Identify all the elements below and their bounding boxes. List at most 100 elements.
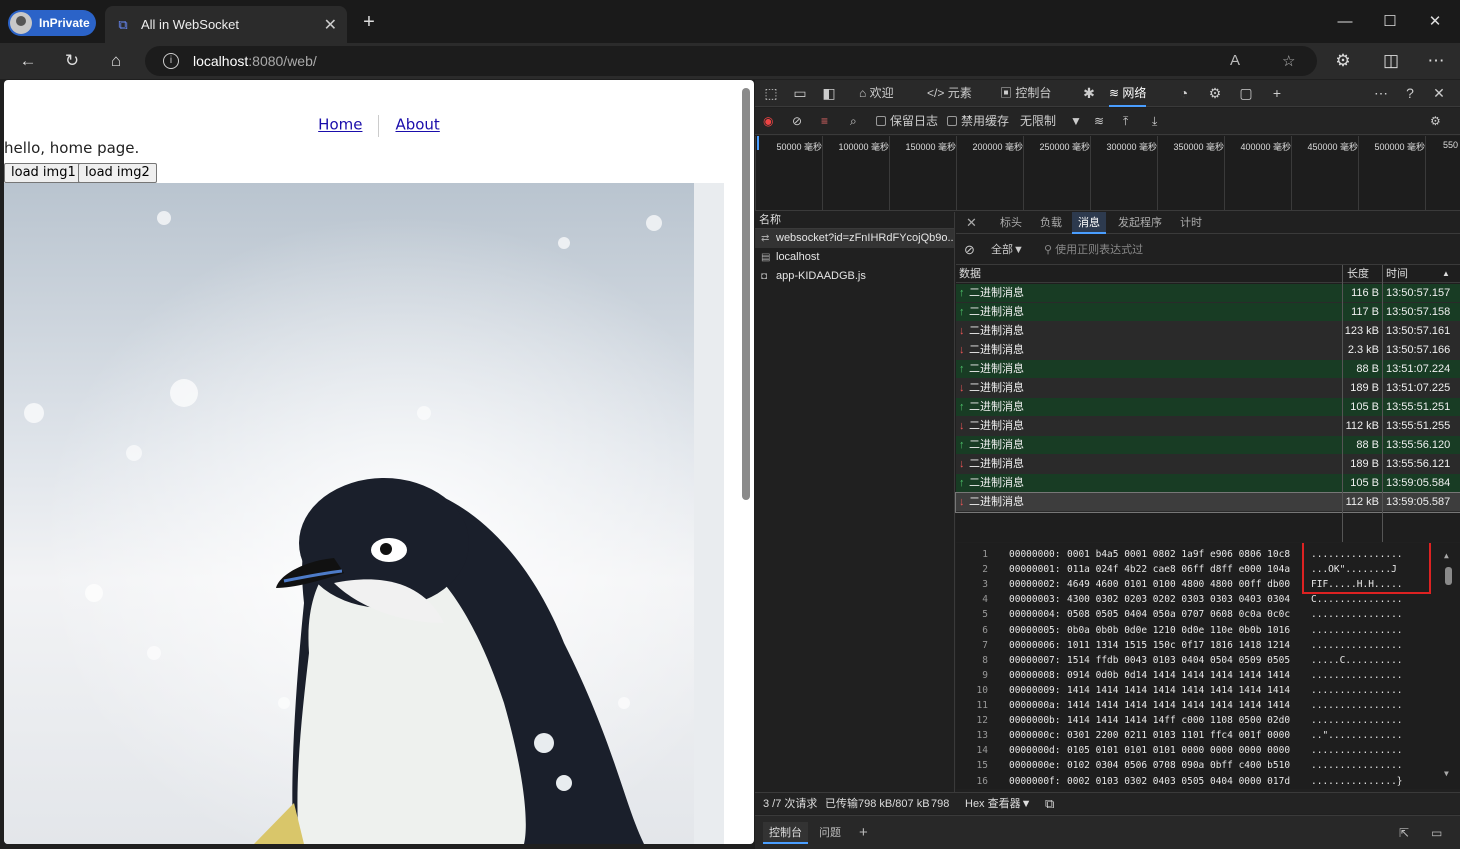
message-row[interactable]: ↓ 二进制消息 112 kB 13:55:51.255 bbox=[956, 417, 1460, 436]
network-settings-icon[interactable]: ⚙ bbox=[1430, 112, 1441, 130]
back-button[interactable]: ← bbox=[17, 50, 39, 72]
scroll-down-icon[interactable]: ▼ bbox=[1444, 769, 1449, 778]
browser-tab[interactable]: ⧉ All in WebSocket ✕ bbox=[105, 6, 347, 43]
message-row[interactable]: ↑ 二进制消息 88 B 13:51:07.224 bbox=[956, 360, 1460, 379]
load-img1-button[interactable]: load img1 bbox=[4, 163, 83, 183]
hex-viewer-select[interactable]: Hex 查看器▼ bbox=[965, 793, 1032, 812]
data-column-header[interactable]: 数据 bbox=[959, 265, 981, 284]
more-menu-icon[interactable]: ⋯ bbox=[1425, 50, 1447, 72]
throttle-select[interactable]: 无限制 bbox=[1020, 112, 1056, 130]
page-nav: Home About bbox=[4, 115, 754, 137]
tab-console[interactable]: ▣ 控制台 bbox=[1000, 80, 1051, 107]
about-link[interactable]: About bbox=[395, 116, 439, 134]
drawer-tab-issues[interactable]: 问题 bbox=[819, 822, 841, 844]
time-column-header[interactable]: 时间 bbox=[1386, 265, 1408, 284]
preserve-log-checkbox[interactable]: 保留日志 bbox=[876, 112, 938, 130]
search-icon[interactable]: ⌕ bbox=[850, 112, 857, 130]
hex-address: 00000000: bbox=[1009, 549, 1061, 560]
home-button[interactable]: ⌂ bbox=[105, 50, 127, 72]
throttle-dropdown-icon[interactable]: ▼ bbox=[1070, 112, 1082, 130]
filter-icon[interactable]: ≡ bbox=[821, 112, 828, 130]
disable-cache-checkbox[interactable]: 禁用缓存 bbox=[947, 112, 1009, 130]
scroll-up-icon[interactable]: ▲ bbox=[1444, 551, 1449, 560]
close-tab-icon[interactable]: ✕ bbox=[324, 15, 337, 35]
dock-icon[interactable]: ◧ bbox=[820, 84, 838, 102]
help-icon[interactable]: ? bbox=[1401, 84, 1419, 102]
request-row[interactable]: ▤ localhost bbox=[755, 248, 954, 267]
name-column-header[interactable]: 名称 bbox=[755, 211, 954, 229]
close-detail-icon[interactable]: ✕ bbox=[966, 212, 977, 234]
message-length: 88 B bbox=[1356, 439, 1379, 451]
dock-drawer-icon[interactable]: ⇱ bbox=[1399, 822, 1409, 844]
regex-filter-input[interactable]: ⚲ 使用正则表达式过 bbox=[1044, 241, 1143, 259]
message-row[interactable]: ↓ 二进制消息 123 kB 13:50:57.161 bbox=[956, 322, 1460, 341]
favorite-star-icon[interactable]: ☆ bbox=[1282, 52, 1295, 70]
clear-messages-icon[interactable]: ⊘ bbox=[964, 241, 975, 259]
tab-welcome[interactable]: ⌂ 欢迎 bbox=[859, 80, 894, 107]
new-tab-button[interactable]: + bbox=[358, 11, 380, 33]
tab-payload[interactable]: 负载 bbox=[1040, 212, 1062, 234]
network-conditions-icon[interactable]: ≋ bbox=[1094, 112, 1104, 130]
message-row[interactable]: ↑ 二进制消息 116 B 13:50:57.157 bbox=[956, 284, 1460, 303]
maximize-button[interactable]: ☐ bbox=[1380, 12, 1400, 32]
message-row[interactable]: ↑ 二进制消息 88 B 13:55:56.120 bbox=[956, 436, 1460, 455]
hex-scrollbar[interactable]: ▲ ▼ bbox=[1444, 551, 1452, 781]
debug-bug-icon[interactable]: ✱ bbox=[1080, 84, 1098, 102]
request-row[interactable]: ◘ app-KIDAADGB.js bbox=[755, 267, 954, 286]
more-options-icon[interactable]: ⋯ bbox=[1372, 84, 1390, 102]
site-info-icon[interactable]: i bbox=[163, 53, 179, 69]
request-row[interactable]: ⇄ websocket?id=zFnIHRdFYcojQb9o... bbox=[755, 229, 954, 248]
message-row[interactable]: ↑ 二进制消息 105 B 13:59:05.584 bbox=[956, 474, 1460, 493]
home-link[interactable]: Home bbox=[318, 116, 362, 134]
network-timeline[interactable]: 50000 毫秒 100000 毫秒 150000 毫秒 200000 毫秒 2… bbox=[755, 136, 1460, 211]
extensions-icon[interactable]: ⚙ bbox=[1332, 50, 1354, 72]
minimize-button[interactable]: — bbox=[1335, 12, 1355, 32]
message-type-select[interactable]: 全部▼ bbox=[991, 241, 1024, 259]
close-window-button[interactable]: ✕ bbox=[1425, 12, 1445, 32]
import-har-icon[interactable]: ⤒ bbox=[1123, 112, 1128, 130]
tab-messages[interactable]: 消息 bbox=[1072, 212, 1106, 234]
tab-timing[interactable]: 计时 bbox=[1180, 212, 1202, 234]
copy-icon[interactable]: ⧉ bbox=[1045, 793, 1054, 812]
timeline-tick: 300000 毫秒 bbox=[1090, 136, 1157, 211]
performance-icon[interactable]: ◔ bbox=[1175, 84, 1193, 102]
request-count: 3 /7 次请求 bbox=[763, 798, 818, 810]
clear-icon[interactable]: ⊘ bbox=[792, 112, 802, 130]
read-aloud-icon[interactable]: A bbox=[1230, 52, 1240, 69]
tab-headers[interactable]: 标头 bbox=[1000, 212, 1022, 234]
message-row[interactable]: ↓ 二进制消息 189 B 13:51:07.225 bbox=[956, 379, 1460, 398]
close-devtools-icon[interactable]: ✕ bbox=[1430, 84, 1448, 102]
inprivate-badge[interactable]: InPrivate bbox=[8, 10, 96, 36]
record-icon[interactable]: ◉ bbox=[763, 112, 773, 130]
hex-scroll-thumb[interactable] bbox=[1445, 567, 1452, 585]
page-scrollbar[interactable] bbox=[742, 88, 750, 500]
device-icon[interactable]: ▭ bbox=[791, 84, 809, 102]
hex-line-number: 6 bbox=[982, 624, 988, 636]
export-har-icon[interactable]: ⤓ bbox=[1152, 112, 1157, 130]
document-icon: ▤ bbox=[761, 252, 771, 263]
add-tool-icon[interactable]: + bbox=[1268, 84, 1286, 102]
settings-gear-icon[interactable]: ⚙ bbox=[1206, 84, 1224, 102]
drawer-tab-console[interactable]: 控制台 bbox=[763, 822, 808, 844]
refresh-button[interactable]: ↻ bbox=[61, 50, 83, 72]
message-row[interactable]: ↑ 二进制消息 117 B 13:50:57.158 bbox=[956, 303, 1460, 322]
inspect-icon[interactable]: ⬚ bbox=[762, 84, 780, 102]
split-screen-icon[interactable]: ◫ bbox=[1380, 50, 1402, 72]
message-row[interactable]: ↓ 二进制消息 2.3 kB 13:50:57.166 bbox=[956, 341, 1460, 360]
message-time: 13:55:51.255 bbox=[1386, 420, 1451, 432]
tab-initiator[interactable]: 发起程序 bbox=[1118, 212, 1162, 234]
message-row[interactable]: ↓ 二进制消息 189 B 13:55:56.121 bbox=[956, 455, 1460, 474]
hex-address: 0000000c: bbox=[1009, 730, 1061, 742]
message-row[interactable]: ↓ 二进制消息 112 kB 13:59:05.587 bbox=[955, 492, 1460, 513]
message-length: 117 B bbox=[1351, 306, 1379, 318]
tab-elements[interactable]: </> 元素 bbox=[927, 80, 972, 107]
close-drawer-icon[interactable]: ▭ bbox=[1431, 822, 1442, 844]
load-img2-button[interactable]: load img2 bbox=[78, 163, 157, 183]
length-column-header[interactable]: 长度 bbox=[1347, 265, 1369, 284]
add-drawer-tab-icon[interactable]: + bbox=[859, 822, 868, 844]
application-icon[interactable]: ▢ bbox=[1237, 84, 1255, 102]
message-row[interactable]: ↑ 二进制消息 105 B 13:55:51.251 bbox=[956, 398, 1460, 417]
tab-network[interactable]: ≋ 网络 bbox=[1109, 80, 1147, 107]
url-bar[interactable]: i localhost:8080/web/ A ☆ bbox=[145, 46, 1317, 76]
title-bar: InPrivate ⧉ All in WebSocket ✕ + — ☐ ✕ bbox=[0, 0, 1460, 43]
